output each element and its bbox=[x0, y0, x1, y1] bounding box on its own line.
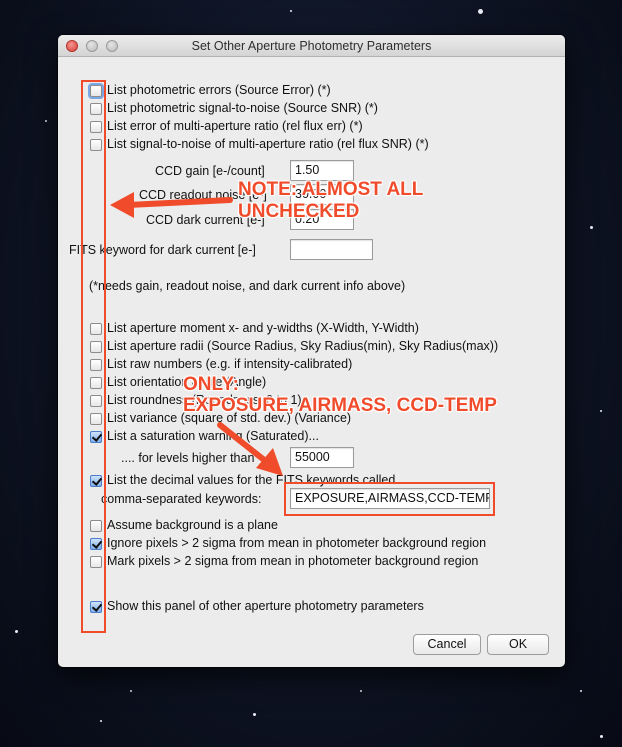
annotation-arrows bbox=[110, 192, 283, 476]
arrow-note-shaft bbox=[125, 197, 233, 208]
annotation-only-line1: ONLY: bbox=[183, 374, 239, 395]
annotation-note-line1: NOTE: ALMOST ALL bbox=[238, 179, 424, 200]
annotation-note-line2: UNCHECKED bbox=[238, 201, 360, 222]
annotation-only-line2: EXPOSURE, AIRMASS, CCD-TEMP bbox=[183, 395, 497, 416]
arrow-only-head bbox=[256, 448, 283, 476]
arrow-only-shaft bbox=[217, 422, 271, 466]
arrow-note-head bbox=[110, 192, 134, 218]
